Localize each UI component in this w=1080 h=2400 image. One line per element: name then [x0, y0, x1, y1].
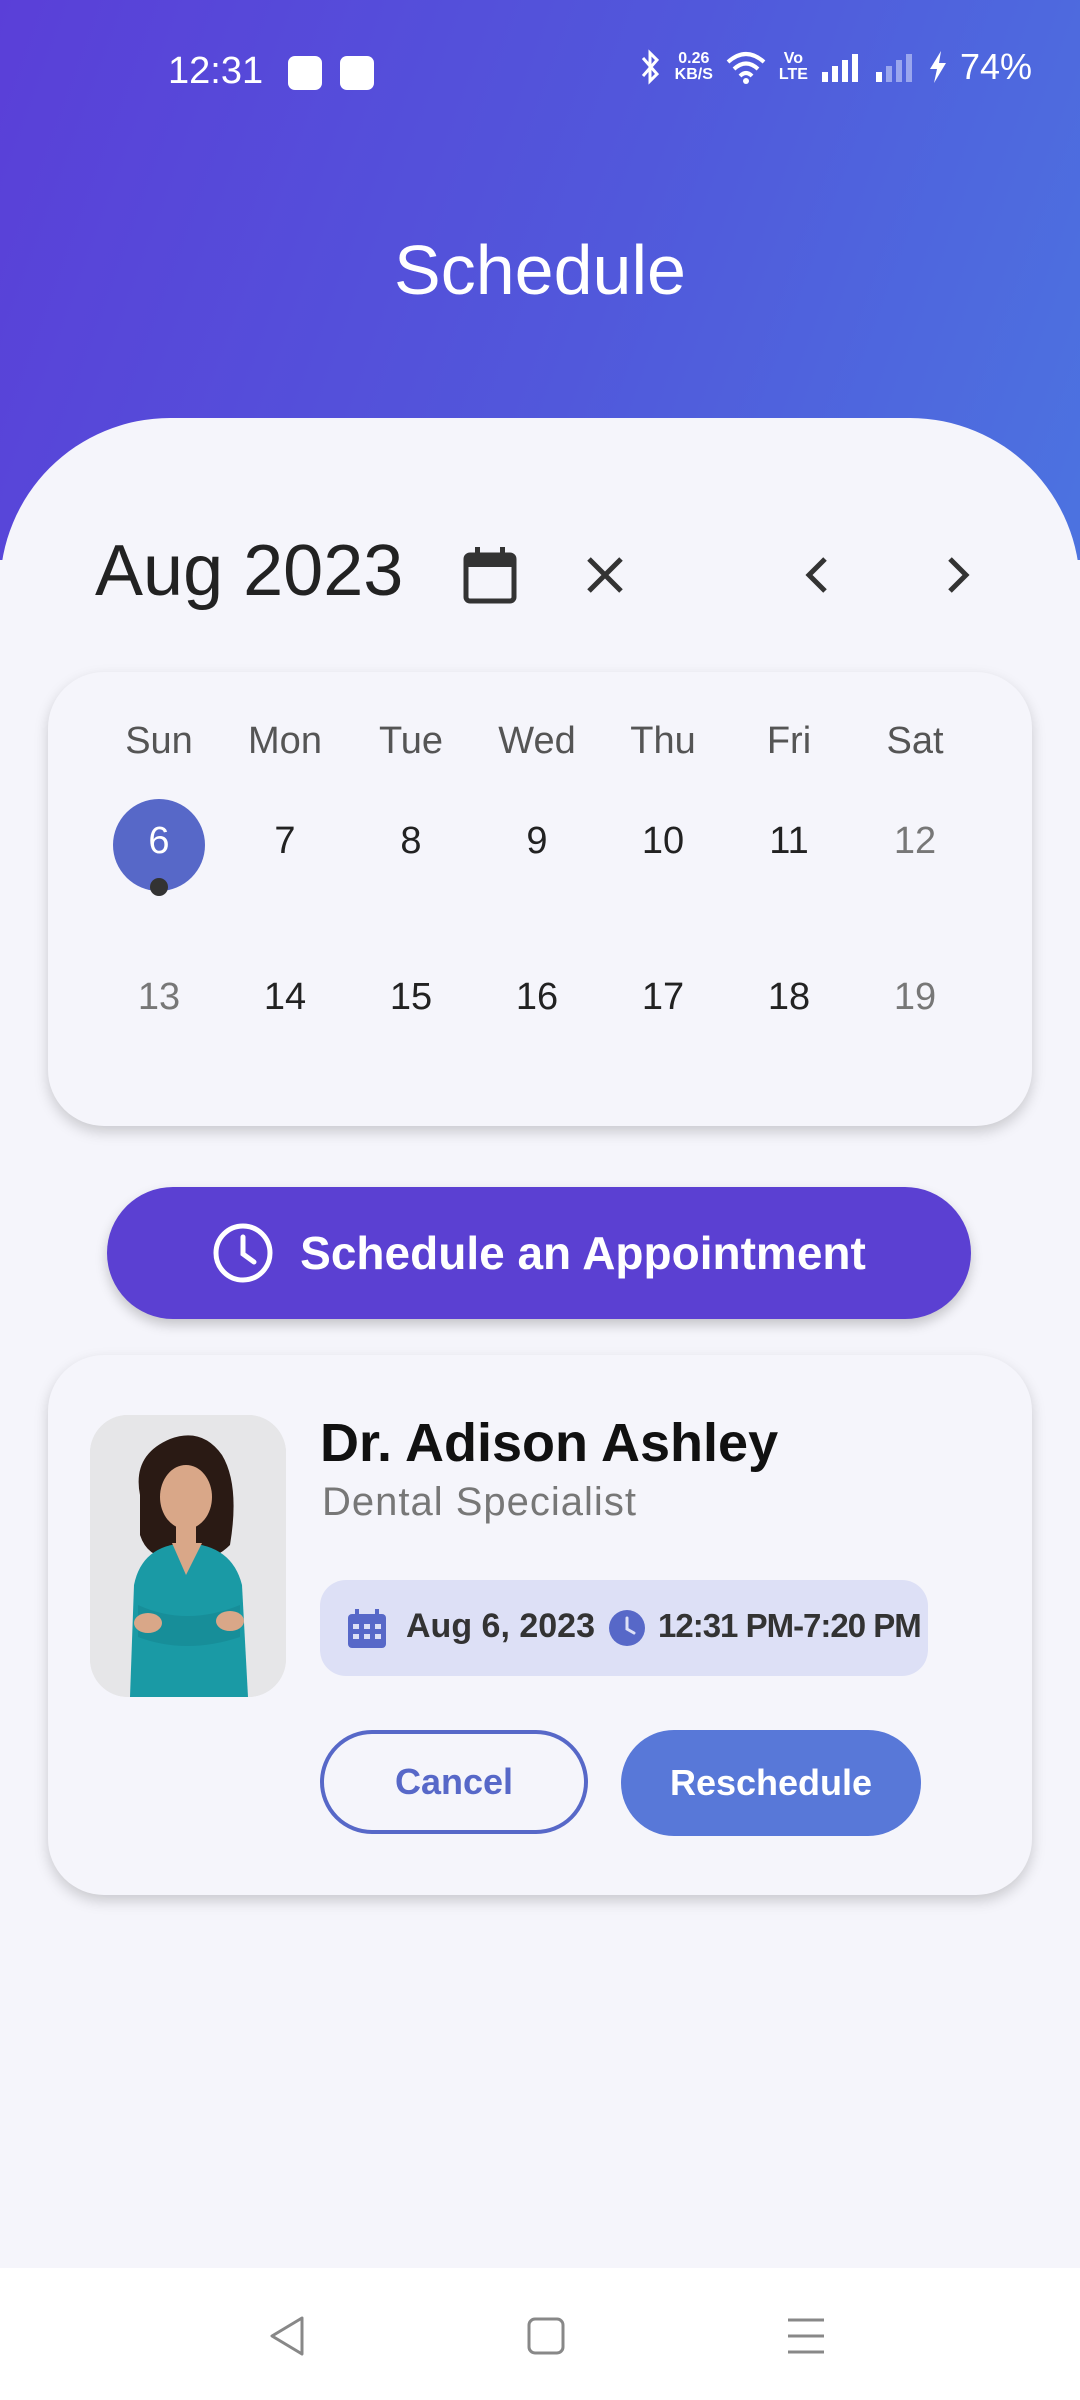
battery-percent: 74% [959, 46, 1032, 87]
weekday-wed: Wed [498, 720, 576, 762]
day-cell[interactable]: 18 [726, 976, 852, 1019]
back-button[interactable] [258, 2306, 318, 2366]
system-navigation-bar [0, 2268, 1080, 2400]
calendar-picker-button[interactable] [455, 540, 525, 610]
weekday-thu: Thu [630, 720, 696, 762]
signal-weak-icon [875, 54, 912, 82]
clock-icon [609, 1610, 645, 1646]
chevron-left-icon [805, 557, 827, 593]
back-triangle-icon [270, 2316, 304, 2356]
day-cell[interactable]: 13 [96, 976, 222, 1019]
recents-button[interactable] [776, 2306, 836, 2366]
home-button[interactable] [516, 2306, 576, 2366]
day-cell[interactable]: 7 [222, 820, 348, 863]
page-title: Schedule [394, 231, 686, 309]
weekday-fri: Fri [766, 720, 812, 762]
net-speed: 0.26 KB/S [674, 50, 713, 83]
appointment-time: 12:31 PM-7:20 PM [658, 1607, 922, 1644]
day-cell[interactable]: 15 [348, 976, 474, 1019]
day-cell[interactable]: 10 [600, 820, 726, 863]
calendar-icon [463, 547, 517, 604]
next-week-button[interactable] [924, 540, 994, 610]
notification-icon [288, 56, 322, 90]
prev-week-button[interactable] [781, 540, 851, 610]
day-cell[interactable]: 17 [600, 976, 726, 1019]
notification-icon [340, 56, 374, 90]
day-cell[interactable]: 11 [726, 820, 852, 863]
wifi-icon [726, 52, 766, 84]
reschedule-button[interactable]: Reschedule [621, 1730, 921, 1836]
cancel-button[interactable]: Cancel [320, 1730, 588, 1834]
day-cell[interactable]: 12 [852, 820, 978, 863]
calendar-icon [348, 1609, 386, 1648]
day-cell[interactable]: 6 [96, 820, 222, 863]
weekday-sat: Sat [886, 720, 944, 762]
doctor-avatar-illustration [90, 1415, 286, 1697]
clear-date-button[interactable] [570, 540, 640, 610]
status-bar: 12:31 0.26 KB/S Vo LTE 74% [0, 0, 1080, 150]
day-cell[interactable]: 19 [852, 976, 978, 1019]
day-cell[interactable]: 9 [474, 820, 600, 863]
menu-lines-icon [788, 2318, 824, 2354]
weekday-sun: Sun [125, 720, 193, 762]
weekday-mon: Mon [248, 720, 322, 762]
home-square-icon [527, 2317, 565, 2355]
signal-icon [821, 54, 858, 82]
doctor-photo [90, 1415, 286, 1697]
clock-icon [213, 1223, 273, 1283]
chevron-right-icon [948, 557, 970, 593]
charging-icon [929, 51, 946, 83]
status-time: 12:31 [168, 50, 264, 92]
doctor-specialty: Dental Specialist [322, 1480, 637, 1524]
schedule-appointment-label: Schedule an Appointment [300, 1227, 866, 1279]
status-icons: 0.26 KB/S Vo LTE 74% [637, 46, 1032, 88]
month-label: Aug 2023 [95, 531, 404, 611]
weekday-tue: Tue [378, 720, 444, 762]
month-navigation: Aug 2023 [95, 530, 985, 620]
event-dot-indicator [150, 878, 168, 896]
appointment-date: Aug 6, 2023 [406, 1607, 595, 1645]
day-cell[interactable]: 8 [348, 820, 474, 863]
appointment-datetime-pill: Aug 6, 2023 12:31 PM-7:20 PM [320, 1580, 928, 1676]
day-cell[interactable]: 16 [474, 976, 600, 1019]
schedule-appointment-button[interactable]: Schedule an Appointment [107, 1187, 971, 1319]
day-cell[interactable]: 14 [222, 976, 348, 1019]
volte-indicator: Vo LTE [778, 50, 808, 83]
close-icon [587, 557, 623, 593]
doctor-name: Dr. Adison Ashley [320, 1413, 779, 1473]
bluetooth-icon [641, 49, 659, 85]
